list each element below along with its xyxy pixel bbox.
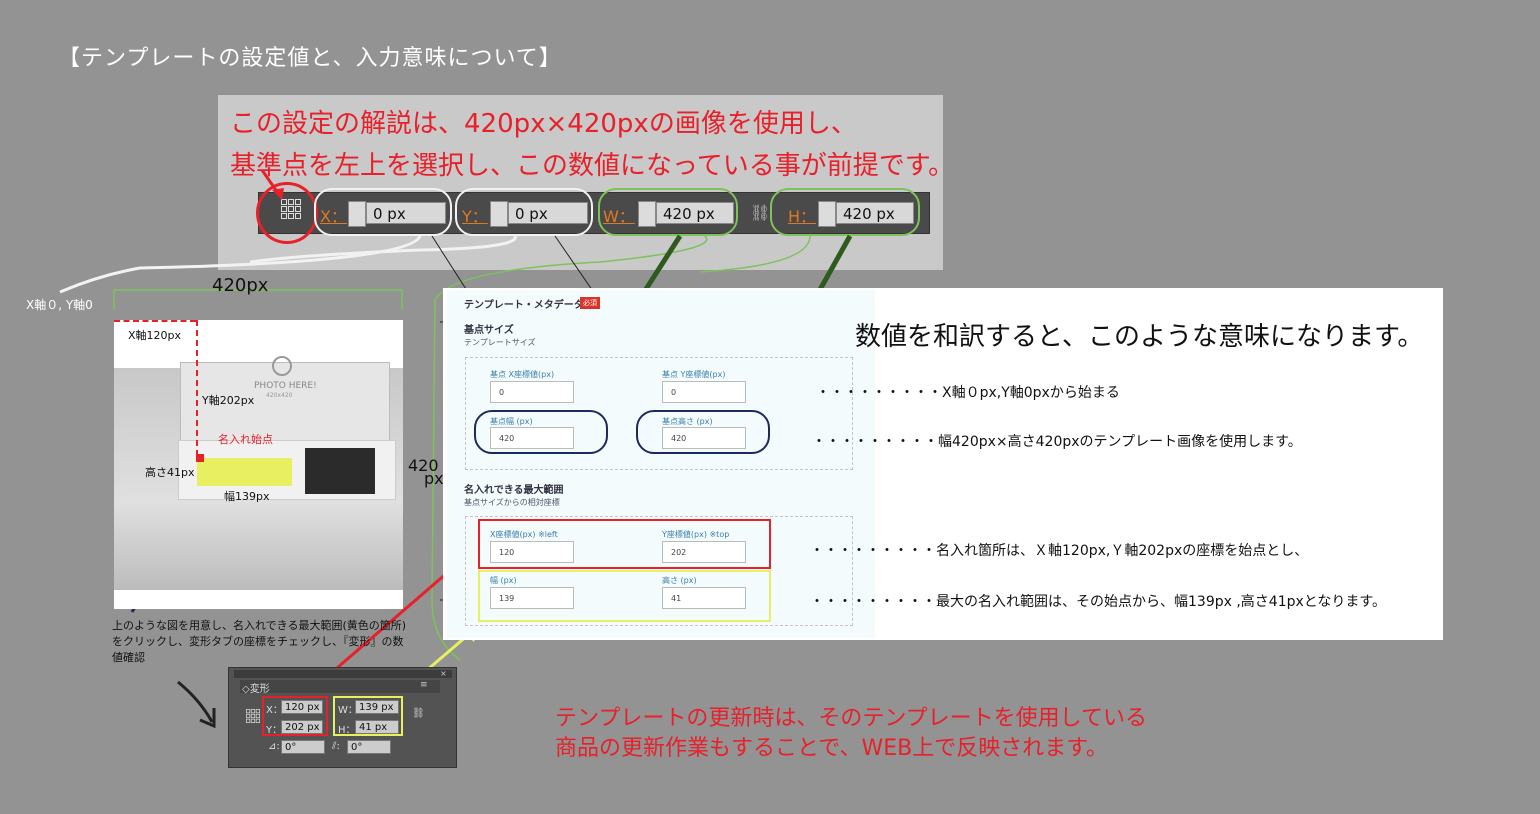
section-max-area: 名入れできる最大範囲 <box>464 485 564 496</box>
base-y-input[interactable]: 0 <box>662 381 746 403</box>
origin-label: X軸０, Y軸0 <box>26 298 93 312</box>
base-x-label: 基点 X座標値(px) <box>490 370 555 379</box>
explain-line1: ・・・・・・・・・X軸０px,Y軸0pxから始まる <box>816 385 1120 401</box>
shear-icon: ⫽: <box>332 741 340 752</box>
base-h-highlight <box>636 410 770 454</box>
bottom-note-line1: テンプレートの更新時は、そのテンプレートを使用している <box>555 706 1148 731</box>
explain-line3: ・・・・・・・・・名入れ箇所は、Ｘ軸120px,Ｙ軸202pxの座標を始点とし、 <box>810 543 1309 559</box>
y-axis-guide <box>196 320 198 456</box>
angle-icon: ⊿: <box>268 741 280 752</box>
tp-xy-highlight <box>262 696 328 736</box>
start-point-marker <box>196 454 204 462</box>
base-w-highlight <box>474 410 608 454</box>
bottom-note-line2: 商品の更新作業もすることで、WEB上で反映されます。 <box>555 736 1109 761</box>
tp-angle1-field[interactable]: 0° <box>281 740 325 754</box>
width-dimension: 420px <box>212 275 269 296</box>
start-point-label: 名入れ始点 <box>218 433 273 446</box>
bottom-note: テンプレートの更新時は、そのテンプレートを使用している 商品の更新作業もすること… <box>555 704 1147 764</box>
photo-placeholder-size: 420x420 <box>266 392 293 399</box>
explain-heading: 数値を和訳すると、このような意味になります。 <box>855 322 1424 352</box>
explain-line4: ・・・・・・・・・最大の名入れ範囲は、その始点から、幅139px ,高さ41px… <box>810 594 1386 610</box>
x-axis-label: X軸120px <box>128 329 182 342</box>
photo-placeholder-text: PHOTO HERE! <box>254 381 317 391</box>
explain-line2: ・・・・・・・・・幅420px×高さ420pxのテンプレート画像を使用します。 <box>812 434 1302 450</box>
area-xy-highlight <box>478 519 771 569</box>
tp-wh-highlight <box>333 696 403 736</box>
section-base-size: 基点サイズ <box>464 325 514 336</box>
panel-menu-icon[interactable]: ≡ <box>420 680 428 690</box>
form-title: テンプレート・メタデータ <box>464 300 584 311</box>
transform-tab-bar <box>240 680 440 693</box>
required-badge: 必須 <box>580 297 600 309</box>
tp-angle2-field[interactable]: 0° <box>347 740 391 754</box>
transform-panel-titlebar <box>234 670 452 678</box>
y-axis-label: Y軸202px <box>202 394 255 407</box>
height-label: 高さ41px <box>145 466 195 479</box>
camera-icon <box>272 356 292 376</box>
transform-tab[interactable]: ◇変形 <box>242 680 270 695</box>
section-base-size-sub: テンプレートサイズ <box>464 338 536 347</box>
section-max-area-sub: 基点サイズからの相対座標 <box>464 498 560 507</box>
width-label: 幅139px <box>224 490 270 503</box>
transform-reference-icon[interactable] <box>246 709 260 723</box>
clock-display <box>305 448 375 494</box>
instruction-text: 上のような図を用意し、名入れできる最大範囲(黄色の箇所)をクリックし、変形タブの… <box>112 619 407 664</box>
link-icon-small[interactable]: ⛓ <box>412 708 425 719</box>
base-x-input[interactable]: 0 <box>490 381 574 403</box>
engraving-area[interactable] <box>197 458 292 486</box>
base-y-label: 基点 Y座標値(px) <box>662 370 726 379</box>
close-icon[interactable]: × <box>440 669 447 678</box>
x-axis-guide <box>114 320 196 322</box>
area-wh-highlight <box>478 570 771 622</box>
height-dimension-unit: px <box>424 469 444 488</box>
